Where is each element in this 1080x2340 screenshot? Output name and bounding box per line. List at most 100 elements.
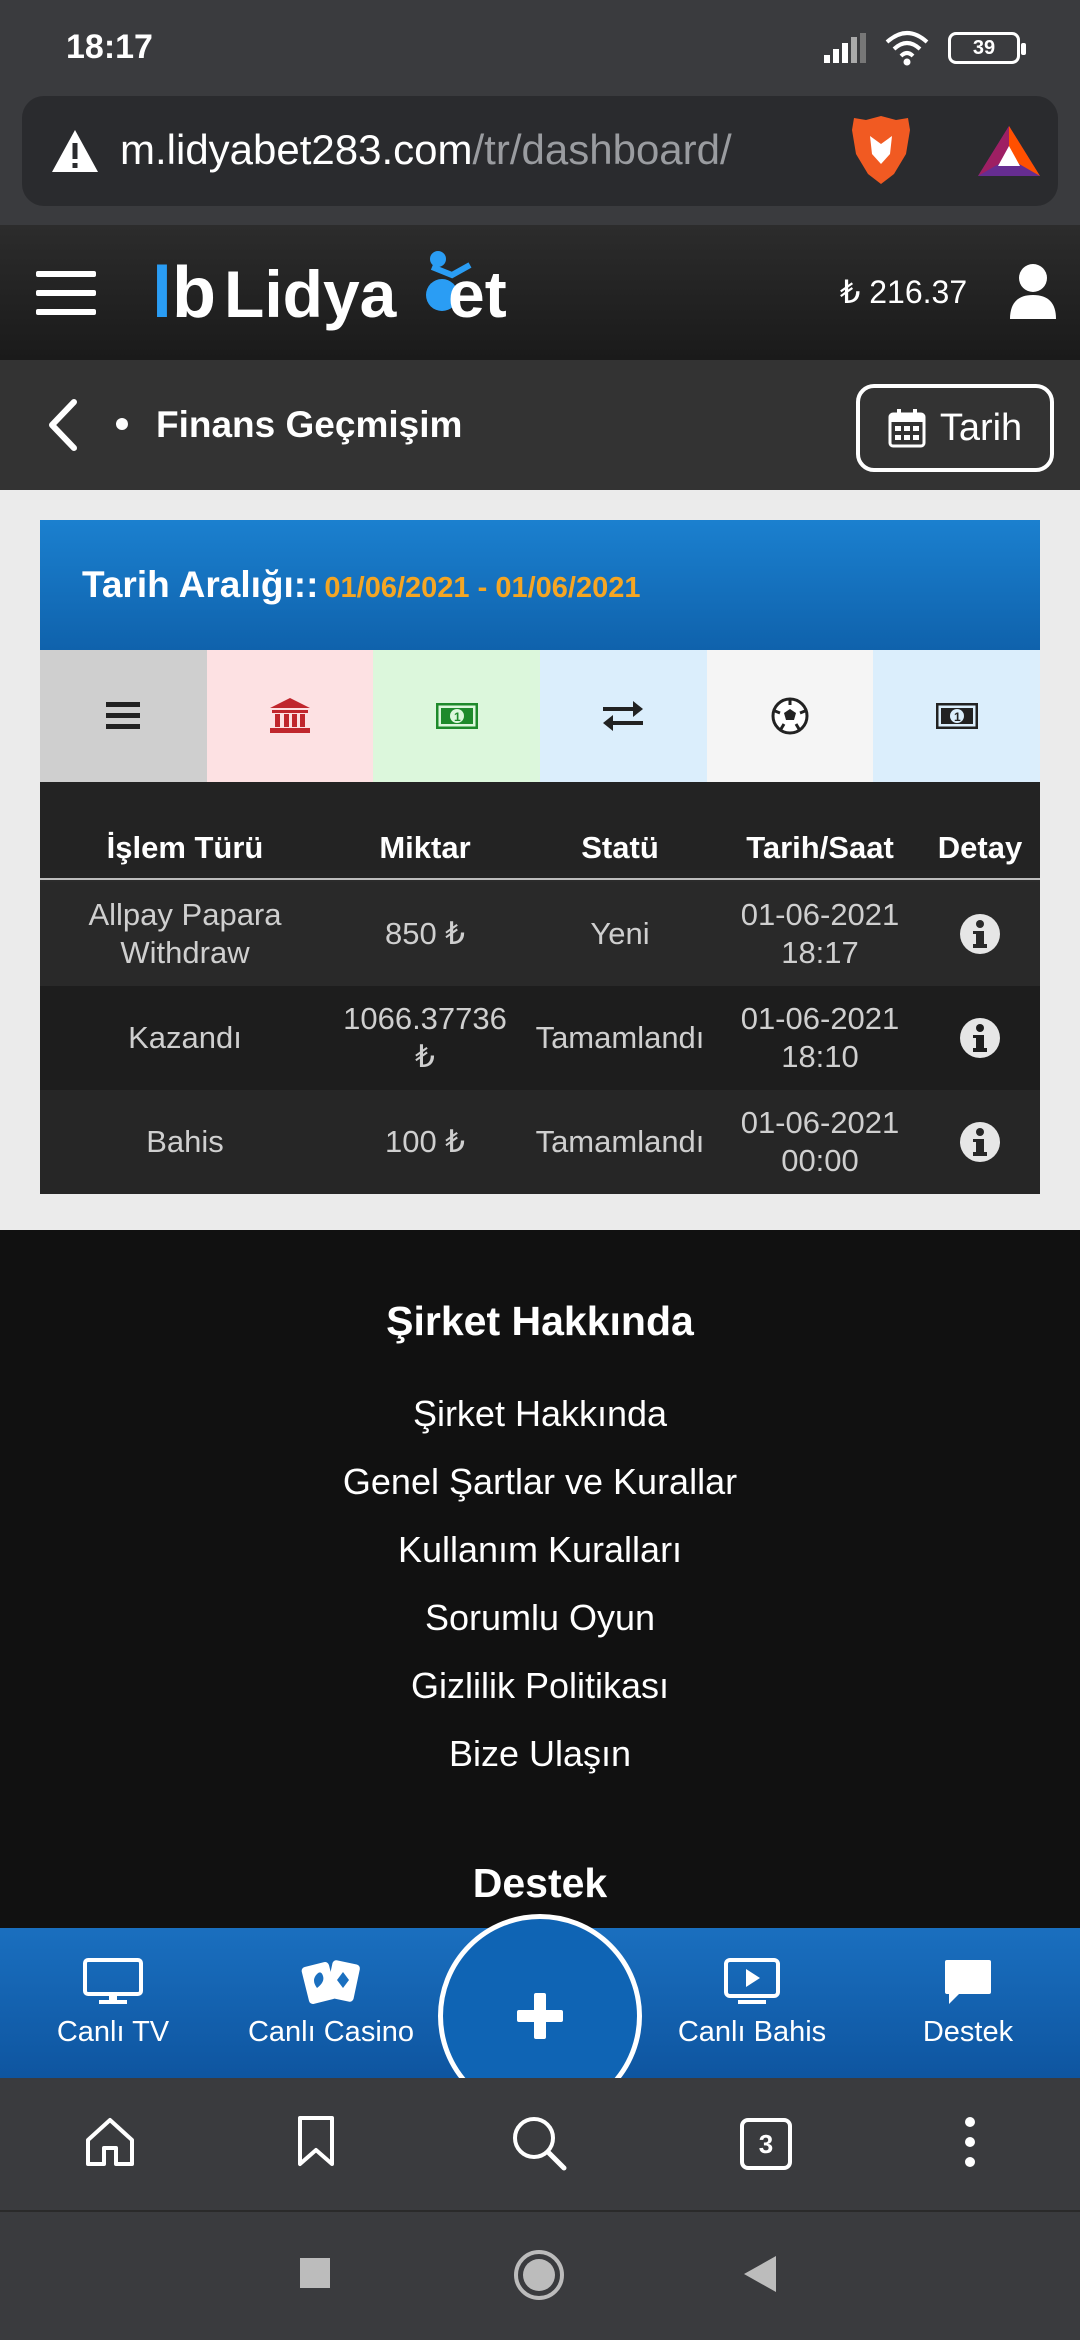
- cell-time: 18:10: [781, 1039, 859, 1074]
- status-icons: 39: [824, 28, 1026, 68]
- browser-bottom-bar: 3: [0, 2078, 1080, 2212]
- date-filter-button[interactable]: Tarih: [856, 384, 1054, 472]
- cell-date: 01-06-2021: [740, 1105, 900, 1140]
- cell-date: 01-06-2021: [740, 1001, 900, 1036]
- back-button-icon[interactable]: [742, 2254, 778, 2294]
- transactions-table: İşlem Türü Miktar Statü Tarih/Saat Detay…: [40, 782, 1040, 1194]
- footer-company-heading: Şirket Hakkında: [386, 1298, 694, 1344]
- footer-support-heading: Destek: [472, 1860, 608, 1906]
- android-navigation-bar: [0, 2212, 1080, 2340]
- info-icon[interactable]: [959, 913, 1001, 955]
- table-row: Kazandı 1066.37736 ₺ Tamamlandı 01-06-20…: [40, 986, 1040, 1090]
- svg-text:1: 1: [454, 710, 461, 724]
- cell-time: 18:17: [781, 935, 859, 970]
- filter-transfer[interactable]: [540, 650, 707, 782]
- page: 18:17 39 m.lidyabet283.com/tr/dashboard/…: [0, 0, 1080, 2340]
- nav-live-tv[interactable]: Canlı TV: [40, 1928, 186, 2078]
- more-menu-icon[interactable]: [962, 2114, 978, 2170]
- battery-level: 39: [972, 36, 996, 59]
- footer-link-privacy[interactable]: Gizlilik Politikası: [0, 1652, 1080, 1720]
- recents-icon[interactable]: [298, 2256, 332, 2290]
- user-icon[interactable]: [1008, 263, 1058, 321]
- bookmark-icon[interactable]: [296, 2114, 336, 2170]
- tabs-button[interactable]: 3: [740, 2118, 792, 2170]
- signal-icon: [824, 33, 866, 63]
- nav-live-betting-label: Canlı Bahis: [677, 2015, 827, 2048]
- filter-all[interactable]: [40, 650, 207, 782]
- cell-detail: [920, 1090, 1040, 1194]
- breadcrumb-bullet: [116, 418, 128, 430]
- header-datetime[interactable]: Tarih/Saat: [720, 830, 920, 866]
- date-filter-label: Tarih: [939, 406, 1023, 449]
- url-text[interactable]: m.lidyabet283.com/tr/dashboard/: [120, 126, 732, 174]
- footer-link-contact[interactable]: Bize Ulaşın: [0, 1720, 1080, 1788]
- info-icon[interactable]: [959, 1121, 1001, 1163]
- lidyabet-logo[interactable]: l b Lidya et: [152, 245, 572, 345]
- search-icon[interactable]: [510, 2114, 568, 2172]
- filter-withdraw[interactable]: 1: [873, 650, 1041, 782]
- chat-icon: [945, 1959, 991, 2004]
- cell-datetime: 01-06-2021 18:17: [720, 882, 920, 986]
- url-path: /tr/dashboard/: [472, 126, 732, 173]
- cell-transaction-type: Kazandı: [128, 1020, 242, 1055]
- tab-count: 3: [758, 2128, 774, 2159]
- home-icon[interactable]: [82, 2114, 138, 2170]
- filter-deposit[interactable]: 1: [373, 650, 541, 782]
- back-arrow-icon[interactable]: [46, 398, 80, 452]
- banknote-icon: 1: [935, 703, 978, 729]
- cell-transaction-type: Allpay Papara Withdraw: [88, 897, 282, 970]
- nav-live-tv-label: Canlı TV: [56, 2015, 170, 2048]
- site-header: l b Lidya et ₺ 216.37: [0, 225, 1080, 360]
- calendar-icon: [888, 409, 926, 448]
- nav-support[interactable]: Destek: [900, 1928, 1036, 2078]
- svg-text:et: et: [448, 257, 507, 331]
- warning-icon[interactable]: [50, 128, 100, 174]
- money-icon: 1: [435, 703, 478, 729]
- live-video-icon: [724, 1957, 780, 2004]
- cell-status: Tamamlandı: [535, 1020, 705, 1055]
- info-icon[interactable]: [959, 1017, 1001, 1059]
- browser-toolbar: m.lidyabet283.com/tr/dashboard/: [0, 90, 1080, 225]
- cell-transaction-type: Bahis: [146, 1124, 224, 1159]
- table-header: İşlem Türü Miktar Statü Tarih/Saat Detay: [40, 782, 1040, 880]
- table-row: Bahis 100 ₺ Tamamlandı 01-06-2021 00:00: [40, 1090, 1040, 1194]
- table-row: Allpay Papara Withdraw 850 ₺ Yeni 01-06-…: [40, 882, 1040, 986]
- date-range-label: Tarih Aralığı:: 01/06/2021 - 01/06/2021: [82, 564, 640, 606]
- date-range-value: 01/06/2021 - 01/06/2021: [324, 572, 641, 604]
- footer-link-responsible-gaming[interactable]: Sorumlu Oyun: [0, 1584, 1080, 1652]
- address-bar[interactable]: m.lidyabet283.com/tr/dashboard/: [22, 96, 1058, 206]
- nav-live-casino[interactable]: Canlı Casino: [240, 1928, 422, 2078]
- footer-link-about[interactable]: Şirket Hakkında: [0, 1380, 1080, 1448]
- cards-icon: [301, 1959, 360, 2004]
- date-range-title: Tarih Aralığı::: [82, 564, 319, 605]
- list-icon: [106, 702, 141, 729]
- battery-icon: 39: [948, 32, 1026, 64]
- menu-icon[interactable]: [36, 271, 96, 315]
- header-status[interactable]: Statü: [520, 830, 720, 866]
- filter-sports[interactable]: [706, 650, 874, 782]
- brave-shields-icon[interactable]: [850, 114, 912, 186]
- footer-link-terms[interactable]: Genel Şartlar ve Kurallar: [0, 1448, 1080, 1516]
- url-host: m.lidyabet283.com: [120, 126, 473, 173]
- page-title: Finans Geçmişim: [156, 404, 463, 445]
- football-icon: [771, 697, 809, 735]
- cell-amount: 1066.37736 ₺: [343, 1001, 507, 1074]
- finance-history-panel: Tarih Aralığı::01/06/2021 - 01/06/2021: [0, 490, 1080, 1230]
- filter-bank[interactable]: [206, 650, 374, 782]
- svg-text:1: 1: [954, 710, 961, 724]
- home-button-icon[interactable]: [512, 2248, 566, 2302]
- svg-text:Lidya: Lidya: [224, 257, 398, 331]
- transfer-icon: [603, 701, 644, 731]
- bat-rewards-icon[interactable]: [976, 124, 1042, 178]
- footer-link-usage-rules[interactable]: Kullanım Kuralları: [0, 1516, 1080, 1584]
- cell-amount: 850 ₺: [384, 916, 466, 951]
- header-transaction-type[interactable]: İşlem Türü: [40, 830, 330, 866]
- nav-live-betting[interactable]: Canlı Bahis: [668, 1928, 836, 2078]
- transaction-filter-tabs: 1 1: [40, 650, 1041, 782]
- header-amount[interactable]: Miktar: [330, 830, 520, 866]
- svg-text:l: l: [152, 253, 172, 333]
- plus-icon: [517, 1993, 563, 2039]
- svg-text:b: b: [172, 253, 216, 333]
- wifi-icon: [885, 31, 929, 66]
- balance-amount[interactable]: ₺ 216.37: [840, 273, 967, 311]
